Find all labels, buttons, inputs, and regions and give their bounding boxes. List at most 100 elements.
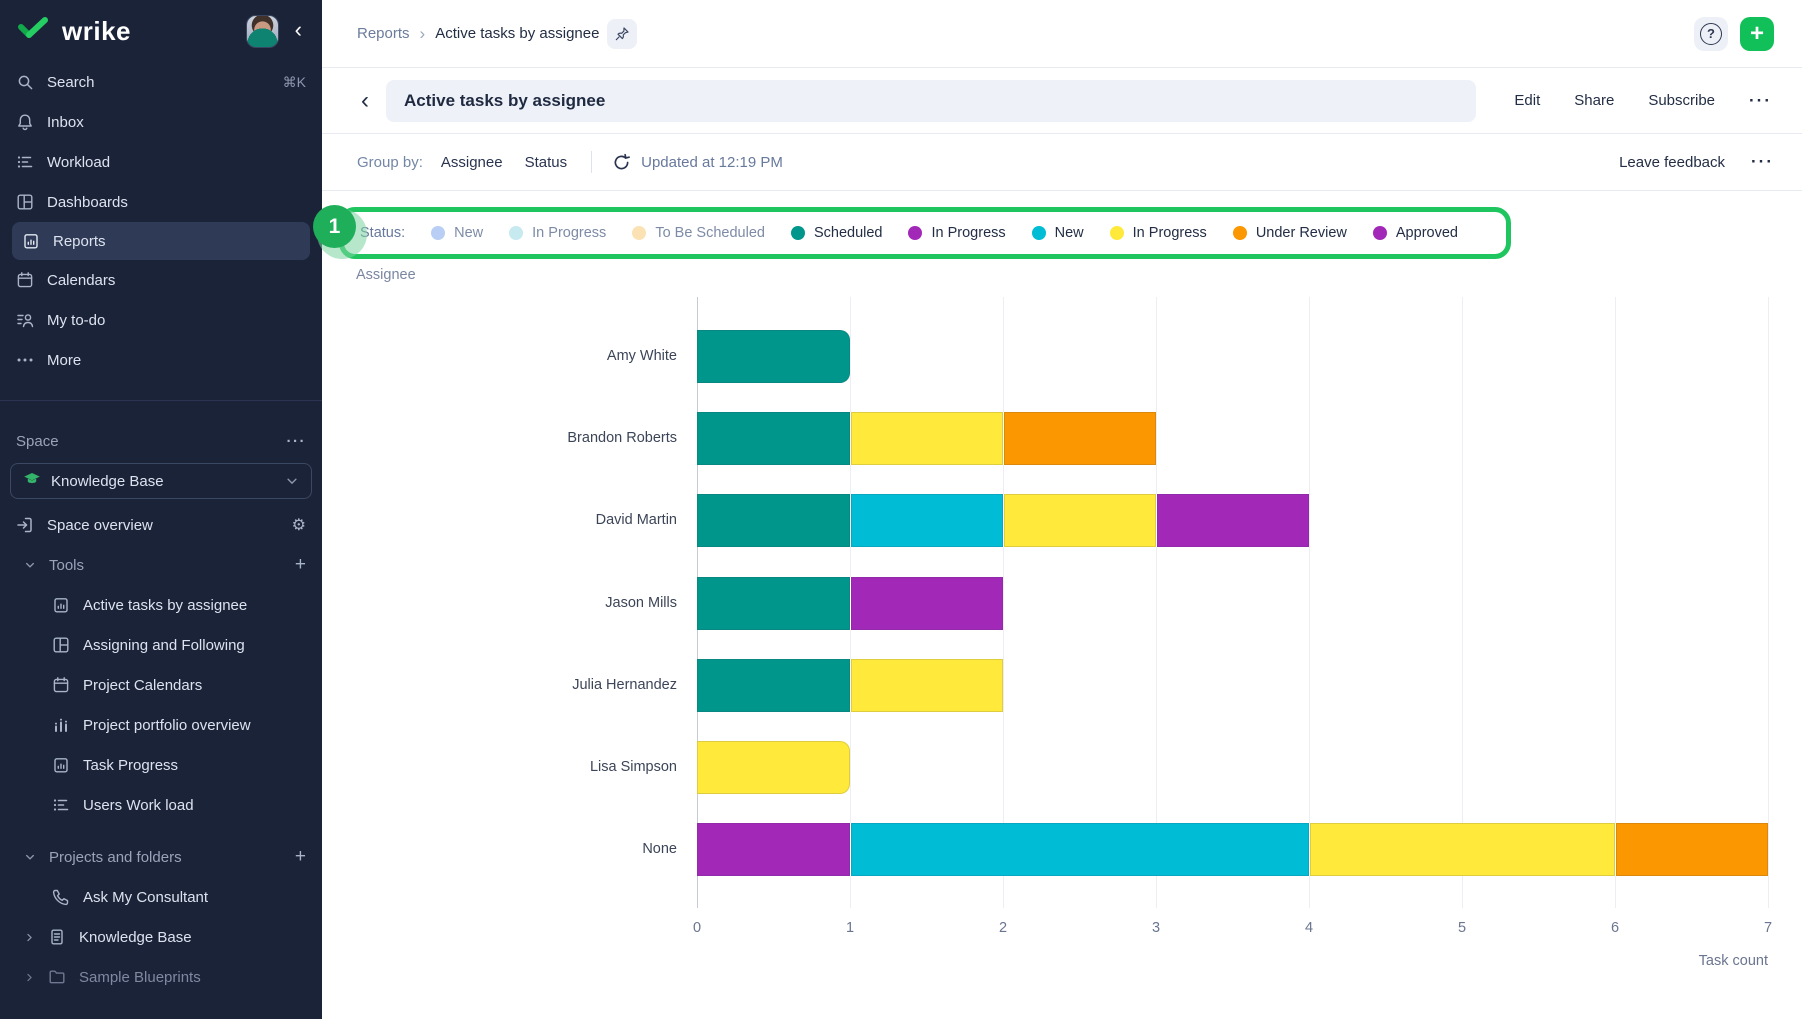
sidebar-item-sample-blueprints[interactable]: Sample Blueprints <box>0 957 322 997</box>
breadcrumb-bar: Reports › Active tasks by assignee ? + <box>322 0 1802 68</box>
chevron-right-icon <box>24 972 35 983</box>
bar-segment-purple[interactable] <box>850 577 1003 630</box>
refresh-icon[interactable] <box>612 153 631 172</box>
bar-segment-teal[interactable] <box>697 330 850 383</box>
x-tick-label: 1 <box>830 920 870 936</box>
sidebar-item-search[interactable]: Search ⌘K <box>0 62 322 102</box>
bar-segment-yellow[interactable] <box>1003 494 1156 547</box>
space-menu-icon[interactable]: ··· <box>287 433 307 450</box>
x-tick-label: 7 <box>1748 920 1788 936</box>
pin-button[interactable] <box>607 19 637 49</box>
group-by-status[interactable]: Status <box>525 154 568 171</box>
brand-name: wrike <box>62 16 236 47</box>
legend-item-3[interactable]: Scheduled <box>791 225 883 241</box>
graduation-cap-icon <box>23 470 41 492</box>
bar-segment-cyan[interactable] <box>850 823 1309 876</box>
edit-button[interactable]: Edit <box>1514 92 1540 109</box>
wrike-logo-icon <box>16 17 50 45</box>
legend-dot <box>509 226 523 240</box>
sidebar-item-workload[interactable]: Workload <box>0 142 322 182</box>
bar-segment-orange[interactable] <box>1003 412 1156 465</box>
calendar-icon <box>16 271 34 289</box>
subscribe-button[interactable]: Subscribe <box>1648 92 1715 109</box>
bar-segment-teal[interactable] <box>697 412 850 465</box>
sidebar-item-assigning-following[interactable]: Assigning and Following <box>0 625 322 665</box>
user-avatar[interactable] <box>246 15 279 48</box>
app-window: wrike ‹ Search ⌘K Inbox Workload <box>0 0 1802 1019</box>
bar-segment-teal[interactable] <box>697 494 850 547</box>
sidebar-item-space-overview[interactable]: Space overview ⚙ <box>0 505 322 545</box>
report-title-field[interactable]: Active tasks by assignee <box>386 80 1476 122</box>
sidebar-item-task-progress[interactable]: Task Progress <box>0 745 322 785</box>
report-chart-icon <box>52 756 70 774</box>
gear-icon[interactable]: ⚙ <box>292 515 306 535</box>
sidebar-item-knowledge-base-folder[interactable]: Knowledge Base <box>0 917 322 957</box>
bar-segment-yellow[interactable] <box>1309 823 1615 876</box>
legend-item-8[interactable]: Approved <box>1373 225 1458 241</box>
bar-segment-yellow[interactable] <box>850 412 1003 465</box>
add-project-icon[interactable]: + <box>295 846 306 868</box>
sidebar-item-calendars[interactable]: Calendars <box>0 260 322 300</box>
back-button[interactable]: ‹ <box>348 87 382 115</box>
legend-item-label: In Progress <box>532 225 606 241</box>
legend-item-2[interactable]: To Be Scheduled <box>632 225 765 241</box>
chart-axis-label-assignee: Assignee <box>356 267 416 283</box>
sidebar-item-ask-my-consultant[interactable]: Ask My Consultant <box>0 877 322 917</box>
leave-feedback-link[interactable]: Leave feedback <box>1619 154 1725 171</box>
chart-axis-label-task-count: Task count <box>1678 953 1768 969</box>
report-content: Status: NewIn ProgressTo Be ScheduledSch… <box>322 191 1802 1019</box>
bar-segment-yellow[interactable] <box>850 659 1003 712</box>
legend-dot <box>1373 226 1387 240</box>
bar-segment-purple[interactable] <box>1156 494 1309 547</box>
legend-dot <box>1032 226 1046 240</box>
assignee-label: Brandon Roberts <box>322 412 677 465</box>
legend-item-0[interactable]: New <box>431 225 483 241</box>
bar-segment-yellow[interactable] <box>697 741 850 794</box>
add-tool-icon[interactable]: + <box>295 554 306 576</box>
report-chart-icon <box>52 596 70 614</box>
share-button[interactable]: Share <box>1574 92 1614 109</box>
sidebar-collapse-icon[interactable]: ‹ <box>289 17 306 45</box>
space-section-header: Space ··· <box>0 421 322 461</box>
toolbar-menu-button[interactable]: ··· <box>1751 152 1774 172</box>
sidebar-item-portfolio-overview[interactable]: Project portfolio overview <box>0 705 322 745</box>
sidebar-header: wrike ‹ <box>0 0 322 62</box>
legend-item-7[interactable]: Under Review <box>1233 225 1347 241</box>
create-new-button[interactable]: + <box>1740 17 1774 51</box>
sidebar-item-reports[interactable]: Reports <box>12 222 310 260</box>
reports-icon <box>22 232 40 250</box>
x-tick-label: 6 <box>1595 920 1635 936</box>
title-menu-button[interactable]: ··· <box>1749 91 1772 111</box>
calendar-icon <box>52 676 70 694</box>
tools-section-header[interactable]: Tools + <box>0 545 322 585</box>
sidebar-item-users-workload[interactable]: Users Work load <box>0 785 322 825</box>
bar-segment-orange[interactable] <box>1615 823 1768 876</box>
annotation-badge: 1 <box>313 205 371 263</box>
legend-item-4[interactable]: In Progress <box>908 225 1005 241</box>
bar-segment-teal[interactable] <box>697 659 850 712</box>
group-by-assignee[interactable]: Assignee <box>441 154 503 171</box>
breadcrumb: Reports › Active tasks by assignee <box>357 24 599 44</box>
phone-icon <box>52 888 70 906</box>
bar-segment-cyan[interactable] <box>850 494 1003 547</box>
breadcrumb-reports-link[interactable]: Reports <box>357 25 410 42</box>
space-selector[interactable]: Knowledge Base <box>10 463 312 499</box>
gridline <box>1309 297 1310 908</box>
bar-segment-purple[interactable] <box>697 823 850 876</box>
bell-icon <box>16 113 34 131</box>
sidebar-item-my-todo[interactable]: My to-do <box>0 300 322 340</box>
sidebar-item-more[interactable]: More <box>0 340 322 380</box>
legend-item-5[interactable]: New <box>1032 225 1084 241</box>
help-button[interactable]: ? <box>1694 17 1728 51</box>
legend-item-label: Under Review <box>1256 225 1347 241</box>
legend-item-1[interactable]: In Progress <box>509 225 606 241</box>
projects-section-header[interactable]: Projects and folders + <box>0 837 322 877</box>
bar-segment-teal[interactable] <box>697 577 850 630</box>
legend-item-6[interactable]: In Progress <box>1110 225 1207 241</box>
assignee-label: Jason Mills <box>322 577 677 630</box>
sidebar-item-active-tasks[interactable]: Active tasks by assignee <box>0 585 322 625</box>
sidebar-item-project-calendars[interactable]: Project Calendars <box>0 665 322 705</box>
legend-item-label: New <box>454 225 483 241</box>
sidebar-item-dashboards[interactable]: Dashboards <box>0 182 322 222</box>
sidebar-item-inbox[interactable]: Inbox <box>0 102 322 142</box>
